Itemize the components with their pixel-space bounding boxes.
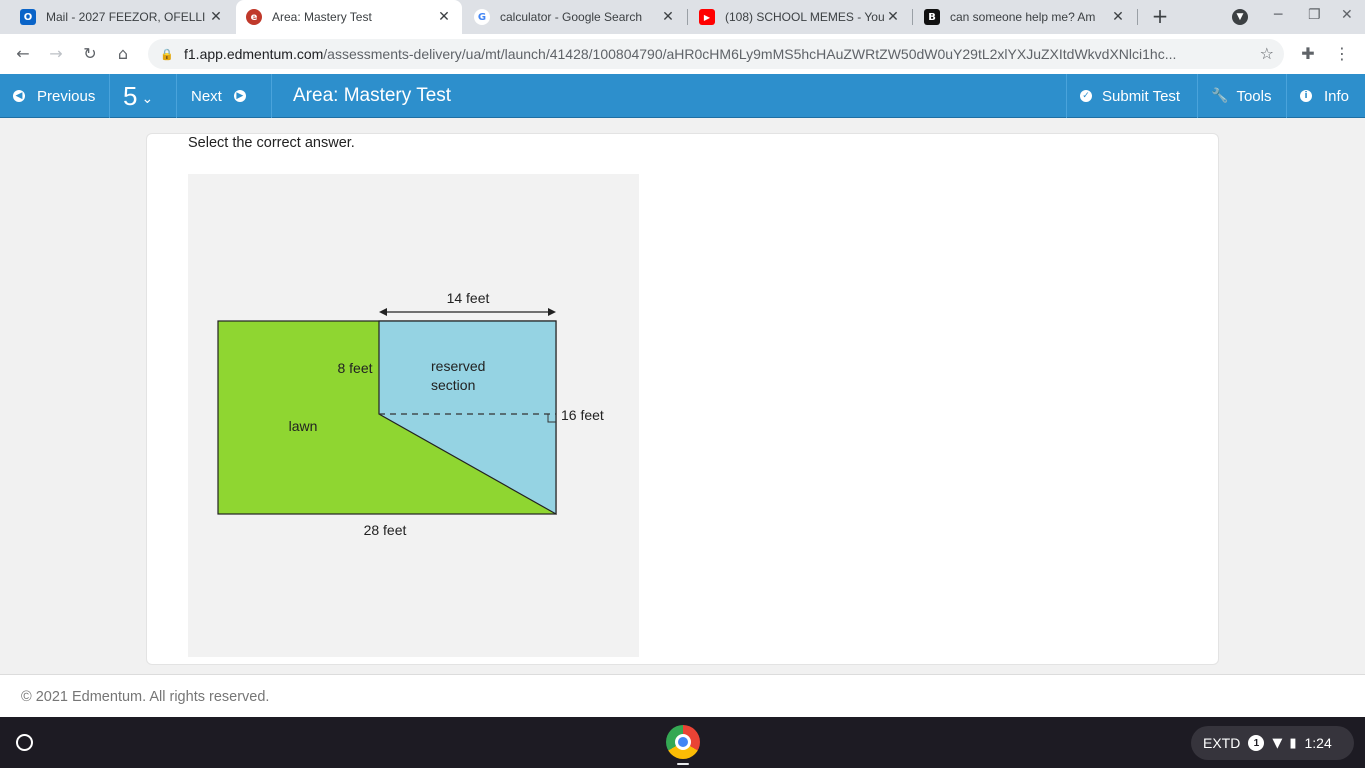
- brainly-icon: B: [924, 9, 940, 25]
- close-icon[interactable]: ✕: [660, 9, 676, 25]
- previous-label: Previous: [37, 87, 96, 105]
- info-circle-icon: i: [1300, 90, 1312, 102]
- battery-icon: ▮: [1289, 735, 1297, 751]
- extensions-icon[interactable]: ✚: [1297, 43, 1319, 65]
- arrowhead-right: [548, 308, 556, 316]
- info-button[interactable]: i Info: [1287, 74, 1365, 118]
- menu-icon[interactable]: ⋮: [1331, 43, 1353, 65]
- launcher-icon[interactable]: [16, 734, 33, 751]
- clock-time: 1:24: [1304, 735, 1332, 751]
- question-panel: Select the correct answer. 14 feet 8 fee…: [146, 133, 1219, 665]
- google-icon: G: [474, 9, 490, 25]
- tab-youtube[interactable]: ▶ (108) SCHOOL MEMES - You ✕: [689, 0, 911, 34]
- tab-separator: [912, 9, 913, 25]
- close-icon[interactable]: ✕: [885, 9, 901, 25]
- edmentum-icon: e: [246, 9, 262, 25]
- tab-separator: [1137, 9, 1138, 25]
- forward-icon[interactable]: →: [45, 43, 67, 65]
- tab-separator: [687, 9, 688, 25]
- label-reserved: reserved: [431, 358, 485, 374]
- home-icon[interactable]: ⌂: [112, 43, 134, 65]
- back-icon[interactable]: ←: [12, 43, 34, 65]
- test-title: Area: Mastery Test: [293, 85, 452, 106]
- test-header-bar: ◀ Previous 5 ⌄ Next ▶ Area: Mastery Test…: [0, 74, 1365, 118]
- tab-area-mastery-test[interactable]: e Area: Mastery Test ✕: [236, 0, 462, 34]
- browser-toolbar: ← → ↻ ⌂ 🔒 f1.app.edmentum.com /assessmen…: [0, 34, 1365, 74]
- question-prompt: Select the correct answer.: [188, 135, 355, 151]
- tab-mail[interactable]: O Mail - 2027 FEEZOR, OFELLI ✕: [10, 0, 234, 34]
- info-label: Info: [1324, 87, 1350, 105]
- notification-count-badge: 1: [1248, 735, 1265, 751]
- copyright-text: © 2021 Edmentum. All rights reserved.: [21, 689, 270, 705]
- label-8-feet: 8 feet: [337, 360, 372, 376]
- submit-test-button[interactable]: ✓ Submit Test: [1066, 74, 1198, 118]
- tab-title: calculator - Google Search: [500, 10, 643, 24]
- lawn-diagram: 14 feet 8 feet reserved section 16 feet …: [217, 290, 604, 538]
- label-section: section: [431, 377, 475, 393]
- previous-button[interactable]: ◀ Previous: [0, 74, 110, 118]
- close-icon[interactable]: ✕: [436, 9, 452, 25]
- label-28-feet: 28 feet: [364, 522, 407, 538]
- arrowhead-left: [379, 308, 387, 316]
- tab-title: Mail - 2027 FEEZOR, OFELLI: [46, 10, 206, 24]
- running-indicator: [677, 763, 689, 765]
- question-number-dropdown[interactable]: 5 ⌄: [110, 74, 177, 118]
- check-circle-icon: ✓: [1080, 90, 1092, 102]
- tools-button[interactable]: 🔧 Tools: [1198, 74, 1287, 118]
- close-icon[interactable]: ✕: [208, 9, 224, 25]
- bookmark-star-icon[interactable]: ☆: [1260, 44, 1274, 63]
- submit-test-label: Submit Test: [1102, 87, 1181, 105]
- minimize-icon[interactable]: ─: [1274, 7, 1282, 23]
- close-icon[interactable]: ✕: [1110, 9, 1126, 25]
- next-label: Next: [191, 87, 222, 105]
- outlook-icon: O: [20, 9, 36, 25]
- chevron-down-icon: ⌄: [141, 91, 154, 107]
- os-shelf: EXTD 1 ▼ ▮ 1:24: [0, 717, 1365, 768]
- question-number: 5: [123, 80, 138, 111]
- label-lawn: lawn: [289, 418, 318, 434]
- arrow-left-circle-icon: ◀: [13, 90, 25, 102]
- tab-title: (108) SCHOOL MEMES - You: [725, 10, 885, 24]
- figure-area: 14 feet 8 feet reserved section 16 feet …: [188, 174, 639, 657]
- tab-search-icon[interactable]: ▼: [1232, 9, 1248, 25]
- label-16-feet: 16 feet: [561, 407, 604, 423]
- url-host: f1.app.edmentum.com: [184, 46, 324, 62]
- address-bar[interactable]: 🔒 f1.app.edmentum.com /assessments-deliv…: [148, 39, 1284, 69]
- tab-title: can someone help me? Am: [950, 10, 1096, 24]
- arrow-right-circle-icon: ▶: [233, 90, 246, 102]
- tab-title: Area: Mastery Test: [272, 10, 372, 24]
- label-14-feet: 14 feet: [447, 290, 490, 306]
- url-path: /assessments-delivery/ua/mt/launch/41428…: [323, 46, 1177, 62]
- wrench-icon: 🔧: [1211, 88, 1229, 104]
- next-button[interactable]: Next ▶: [177, 74, 272, 118]
- page-footer: © 2021 Edmentum. All rights reserved.: [0, 674, 1365, 717]
- youtube-icon: ▶: [699, 9, 715, 25]
- lock-icon: 🔒: [160, 47, 174, 61]
- wifi-icon: ▼: [1272, 735, 1283, 751]
- new-tab-icon[interactable]: +: [1149, 5, 1171, 27]
- chrome-icon[interactable]: [666, 725, 700, 759]
- status-tray[interactable]: EXTD 1 ▼ ▮ 1:24: [1191, 726, 1354, 760]
- tab-brainly[interactable]: B can someone help me? Am ✕: [914, 0, 1136, 34]
- ime-indicator: EXTD: [1203, 735, 1241, 751]
- browser-tab-strip: O Mail - 2027 FEEZOR, OFELLI ✕ e Area: M…: [0, 0, 1365, 34]
- restore-icon[interactable]: ❐: [1308, 7, 1321, 23]
- tools-label: Tools: [1236, 87, 1272, 105]
- tab-google-search[interactable]: G calculator - Google Search ✕: [464, 0, 686, 34]
- close-window-icon[interactable]: ✕: [1341, 7, 1353, 23]
- reload-icon[interactable]: ↻: [79, 43, 101, 65]
